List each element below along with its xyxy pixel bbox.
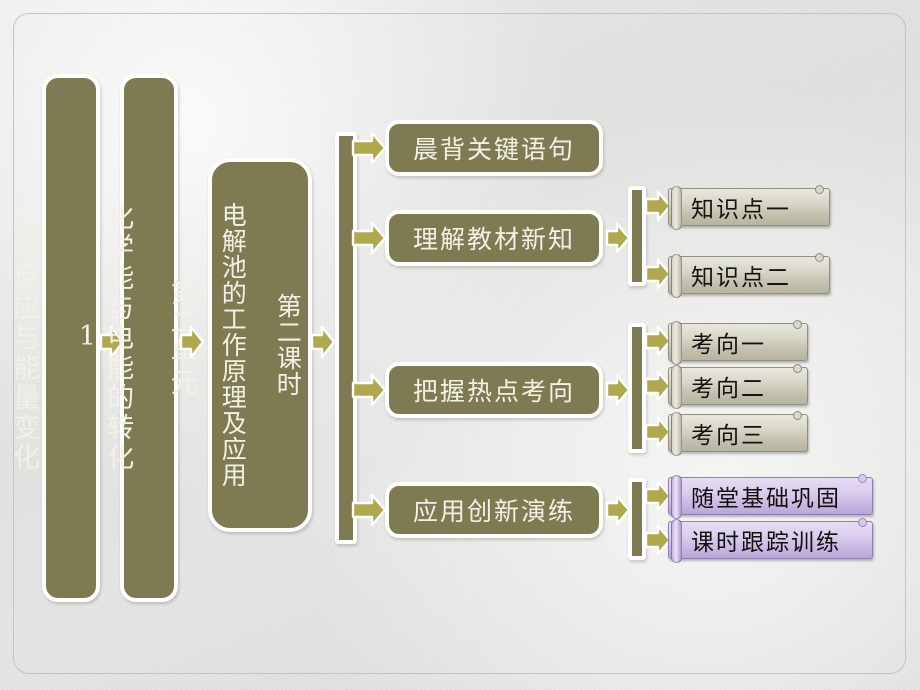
node-recite-label: 晨背关键语句 <box>412 135 575 164</box>
node-recite-key-sentences[interactable]: 晨背关键语句 <box>385 120 603 176</box>
arrow-unit-to-lesson <box>179 325 205 359</box>
node-unit[interactable]: 第二单元 化学能与电能的转化 <box>102 74 197 602</box>
leaf-exam-direction-2[interactable]: 考向二 <box>668 364 808 409</box>
node-applied-practice[interactable]: 应用创新演练 <box>385 482 603 538</box>
arrow-drill-to-spine <box>605 494 631 526</box>
leaf-practice-1[interactable]: 随堂基础巩固 <box>668 474 873 519</box>
leaf-knowledge-point-1[interactable]: 知识点一 <box>668 185 830 230</box>
arrow-spine-to-learn <box>351 221 387 255</box>
spine-exam-directions <box>628 323 646 453</box>
spine-knowledge-points <box>628 186 646 286</box>
node-drill-label: 应用创新演练 <box>412 497 575 526</box>
node-focus-label: 把握热点考向 <box>412 377 575 406</box>
leaf-exam-direction-3-label: 考向三 <box>691 423 766 449</box>
arrow-lesson-to-spine <box>310 325 336 359</box>
node-lesson[interactable]: 第二课时 电解池的工作原理及应用 <box>208 158 312 532</box>
leaf-practice-1-label: 随堂基础巩固 <box>691 486 841 512</box>
arrow-spine-to-focus <box>351 373 387 407</box>
node-lesson-label: 第二课时 电解池的工作原理及应用 <box>218 202 303 488</box>
leaf-exam-direction-1[interactable]: 考向一 <box>668 320 808 365</box>
leaf-practice-2[interactable]: 课时跟踪训练 <box>668 518 873 563</box>
leaf-knowledge-point-2[interactable]: 知识点二 <box>668 253 830 298</box>
node-exam-hotspots[interactable]: 把握热点考向 <box>385 362 603 418</box>
arrow-focus-to-spine <box>605 374 631 406</box>
arrow-spine-to-recite <box>351 131 387 165</box>
leaf-exam-direction-2-label: 考向二 <box>691 376 766 402</box>
arrow-spine-to-drill <box>351 493 387 527</box>
leaf-knowledge-point-1-label: 知识点一 <box>691 197 791 223</box>
leaf-practice-2-label: 课时跟踪训练 <box>691 530 841 556</box>
leaf-knowledge-point-2-label: 知识点二 <box>691 265 791 291</box>
spine-practice <box>628 478 646 560</box>
node-learn-label: 理解教材新知 <box>412 225 575 254</box>
leaf-exam-direction-1-label: 考向一 <box>691 332 766 358</box>
node-topic[interactable]: 专题 1 化学反应与能量变化 <box>8 74 135 602</box>
node-understand-textbook[interactable]: 理解教材新知 <box>385 210 603 266</box>
leaf-exam-direction-3[interactable]: 考向三 <box>668 411 808 456</box>
arrow-learn-to-spine <box>605 222 631 254</box>
main-spine-connector <box>335 132 357 544</box>
slide-canvas: 专题 1 化学反应与能量变化 第二单元 化学能与电能的转化 第二课时 电解池的工… <box>0 0 920 690</box>
